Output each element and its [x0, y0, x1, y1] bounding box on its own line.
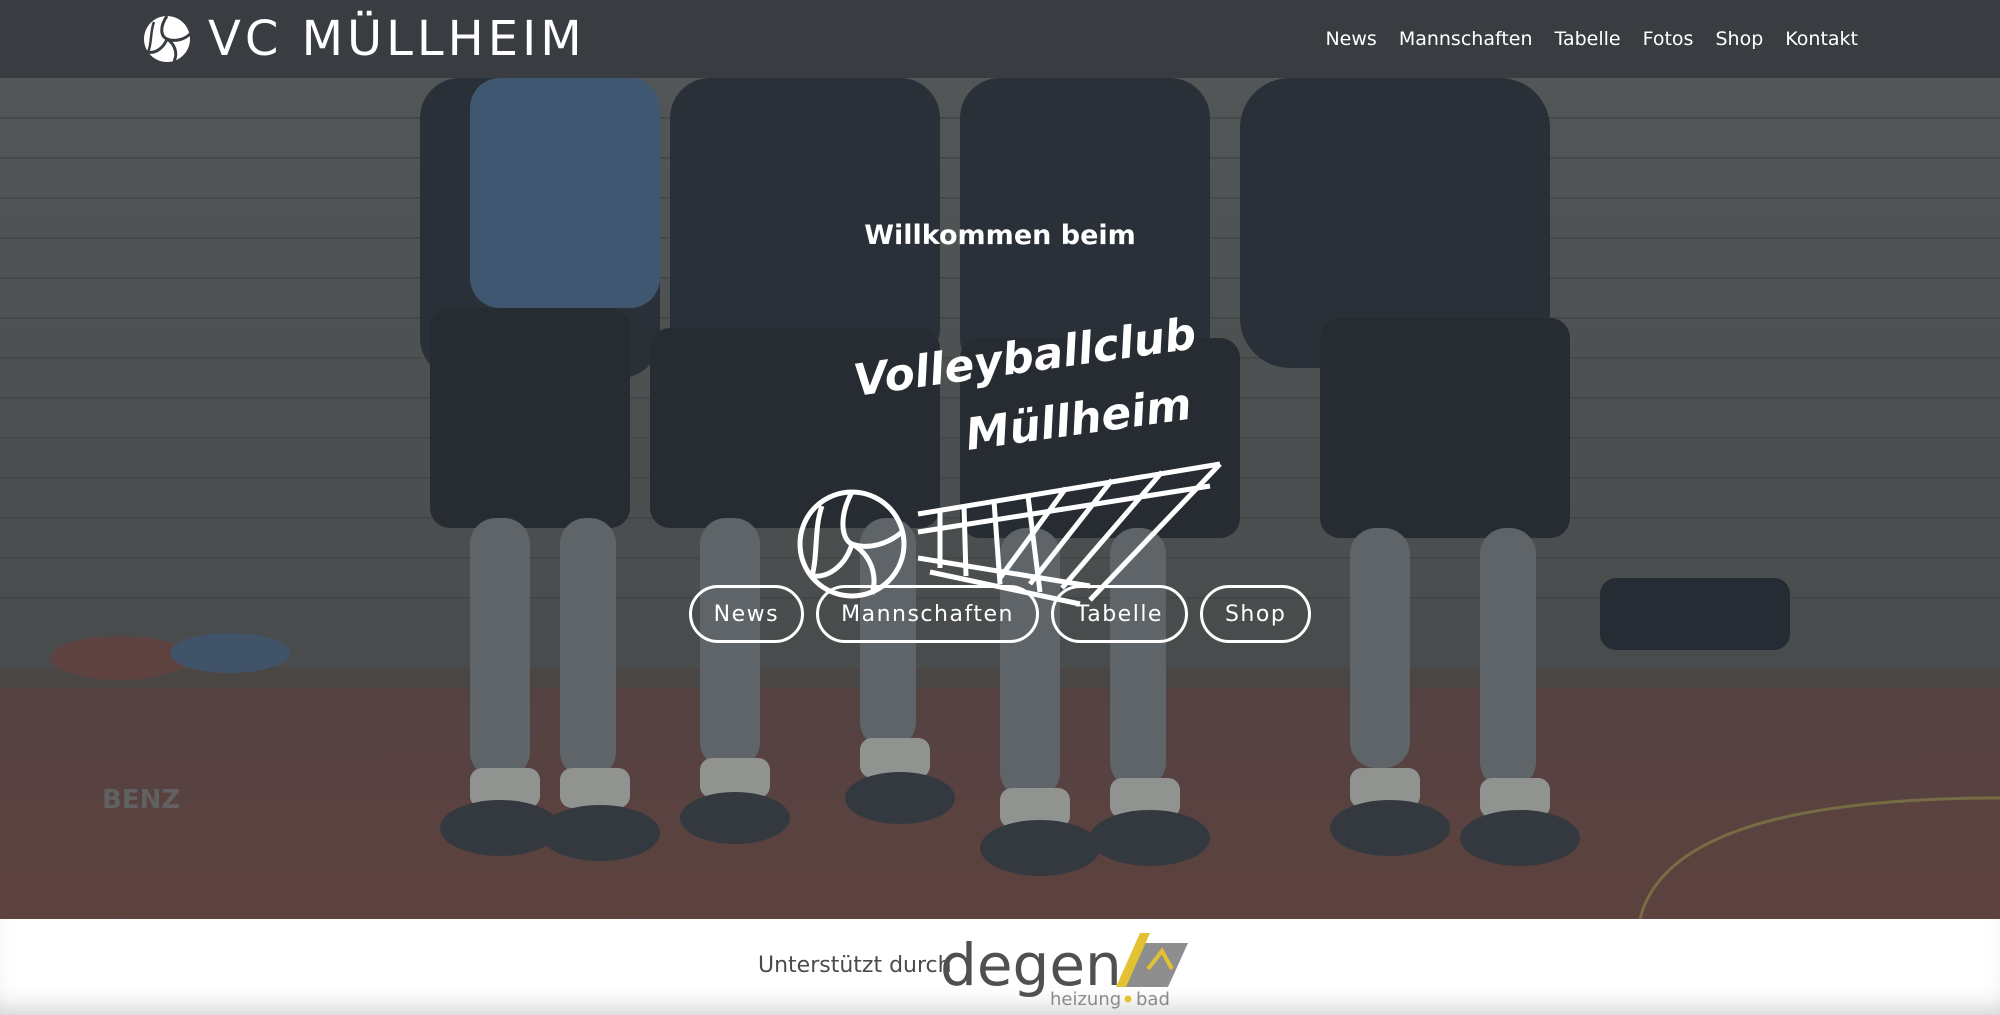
brand-link[interactable]: VC MÜLLHEIM — [142, 10, 586, 68]
brand-title: VC MÜLLHEIM — [208, 11, 586, 67]
club-logo-line2: Müllheim — [962, 379, 1194, 461]
volleyball-icon — [144, 15, 192, 62]
hero-button-tabelle[interactable]: Tabelle — [1050, 585, 1188, 643]
logo-volleyball-icon — [797, 489, 907, 599]
nav-kontakt[interactable]: Kontakt — [1785, 28, 1858, 50]
hero-quick-links: News Mannschaften Tabelle Shop — [0, 585, 2000, 643]
sponsor-label: Unterstützt durch — [758, 953, 952, 978]
nav-news[interactable]: News — [1325, 28, 1376, 50]
nav-fotos[interactable]: Fotos — [1643, 28, 1694, 50]
sponsor-logo-sub-right: bad — [1136, 989, 1170, 1009]
sponsor-bar: Unterstützt durch degen heizung bad — [0, 919, 2000, 1015]
sponsor-logo-degen[interactable]: degen heizung bad — [940, 929, 1190, 1009]
hero-button-shop[interactable]: Shop — [1199, 585, 1312, 643]
sponsor-logo-mark-icon — [1116, 933, 1188, 987]
nav-shop[interactable]: Shop — [1715, 28, 1763, 50]
hero-section: BENZ Willkommen beim Volleyballclub Müll… — [0, 78, 2000, 919]
hero-button-mannschaften[interactable]: Mannschaften — [816, 585, 1039, 643]
sponsor-logo-sub-left: heizung — [1050, 989, 1121, 1009]
club-logo: Volleyballclub Müllheim — [797, 308, 1222, 607]
nav-mannschaften[interactable]: Mannschaften — [1399, 28, 1533, 50]
main-nav: News Mannschaften Tabelle Fotos Shop Kon… — [1303, 0, 1858, 78]
nav-tabelle[interactable]: Tabelle — [1555, 28, 1621, 50]
hero-button-news[interactable]: News — [688, 585, 805, 643]
logo-net-icon — [917, 461, 1222, 607]
welcome-heading: Willkommen beim — [864, 220, 1136, 251]
site-header: VC MÜLLHEIM News Mannschaften Tabelle Fo… — [0, 0, 2000, 78]
